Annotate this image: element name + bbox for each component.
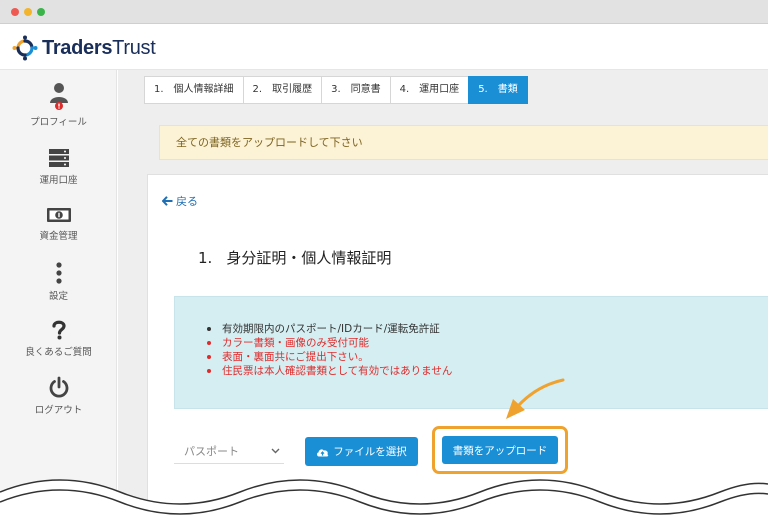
upload-alert: 全ての書類をアップロードして下さい — [159, 125, 768, 160]
list-item: 住民票は本人確認書類として有効ではありません — [207, 364, 452, 378]
tab-trading-accounts[interactable]: 4. 運用口座 — [389, 76, 469, 104]
minimize-window-button[interactable] — [24, 8, 32, 16]
tab-personal-details[interactable]: 1. 個人情報詳細 — [144, 76, 243, 104]
list-item: カラー書類・画像のみ受付可能 — [207, 336, 452, 350]
sidebar-item-label: 良くあるご質問 — [25, 347, 92, 358]
tab-trading-history[interactable]: 2. 取引履歴 — [242, 76, 322, 104]
sidebar-item-funds[interactable]: 資金管理 — [0, 206, 117, 242]
sidebar-item-label: プロフィール — [30, 117, 87, 128]
tab-agreement[interactable]: 3. 同意書 — [321, 76, 390, 104]
sidebar-item-label: ログアウト — [34, 405, 83, 416]
sidebar-item-logout[interactable]: ログアウト — [0, 376, 117, 416]
chevron-down-icon — [271, 448, 280, 453]
money-icon — [46, 208, 71, 222]
section-number: 1. — [198, 249, 213, 267]
vertical-dots-icon — [55, 262, 62, 284]
section-title: 身分証明・個人情報証明 — [226, 249, 392, 267]
step-tabs: 1. 個人情報詳細 2. 取引履歴 3. 同意書 4. 運用口座 5. 書類 — [144, 76, 528, 104]
sidebar: プロフィール 運用口座 資金管理 設定 良くあるご質問 ログアウト — [0, 70, 117, 530]
tab-documents[interactable]: 5. 書類 — [468, 76, 528, 104]
sidebar-item-trading-accounts[interactable]: 運用口座 — [0, 148, 117, 186]
main-content: 1. 個人情報詳細 2. 取引履歴 3. 同意書 4. 運用口座 5. 書類 全… — [118, 70, 768, 530]
sidebar-item-label: 設定 — [48, 291, 68, 302]
brand-name-bold: Traders — [42, 36, 113, 59]
brand-logo[interactable]: TradersTrust — [12, 35, 156, 61]
sidebar-item-settings[interactable]: 設定 — [0, 262, 117, 302]
server-icon — [48, 149, 69, 167]
question-icon — [51, 320, 66, 340]
torn-edge-decoration — [0, 479, 768, 530]
upload-documents-button[interactable]: 書類をアップロード — [442, 436, 558, 464]
power-icon — [49, 376, 68, 398]
sidebar-item-label: 資金管理 — [39, 231, 78, 242]
user-icon — [49, 83, 68, 110]
cloud-upload-icon — [317, 448, 329, 456]
brand-name-light: Trust — [112, 36, 156, 59]
sidebar-item-profile[interactable]: プロフィール — [0, 82, 117, 128]
sidebar-item-faq[interactable]: 良くあるご質問 — [0, 320, 117, 358]
section-heading: 1. 身分証明・個人情報証明 — [198, 247, 391, 268]
tradersTrust-logo-icon — [12, 35, 38, 61]
arrow-left-icon — [162, 196, 173, 206]
back-link[interactable]: 戻る — [162, 193, 198, 209]
document-type-value: パスポート — [184, 444, 239, 458]
zoom-window-button[interactable] — [37, 8, 45, 16]
back-label: 戻る — [176, 195, 198, 208]
sidebar-item-label: 運用口座 — [39, 175, 78, 186]
list-item: 表面・裏面共にご提出下さい。 — [207, 350, 452, 364]
brand-name: TradersTrust — [42, 37, 156, 60]
window-titlebar — [0, 0, 768, 24]
close-window-button[interactable] — [11, 8, 19, 16]
document-type-select[interactable]: パスポート — [174, 438, 284, 464]
document-requirements-box: 有効期限内のパスポート/IDカード/運転免許証 カラー書類・画像のみ受付可能 表… — [174, 296, 768, 409]
list-item: 有効期限内のパスポート/IDカード/運転免許証 — [207, 322, 452, 336]
requirements-list: 有効期限内のパスポート/IDカード/運転免許証 カラー書類・画像のみ受付可能 表… — [207, 322, 452, 378]
brand-header: TradersTrust — [0, 25, 768, 70]
choose-file-button[interactable]: ファイルを選択 — [305, 437, 418, 466]
choose-file-label: ファイルを選択 — [333, 446, 407, 458]
